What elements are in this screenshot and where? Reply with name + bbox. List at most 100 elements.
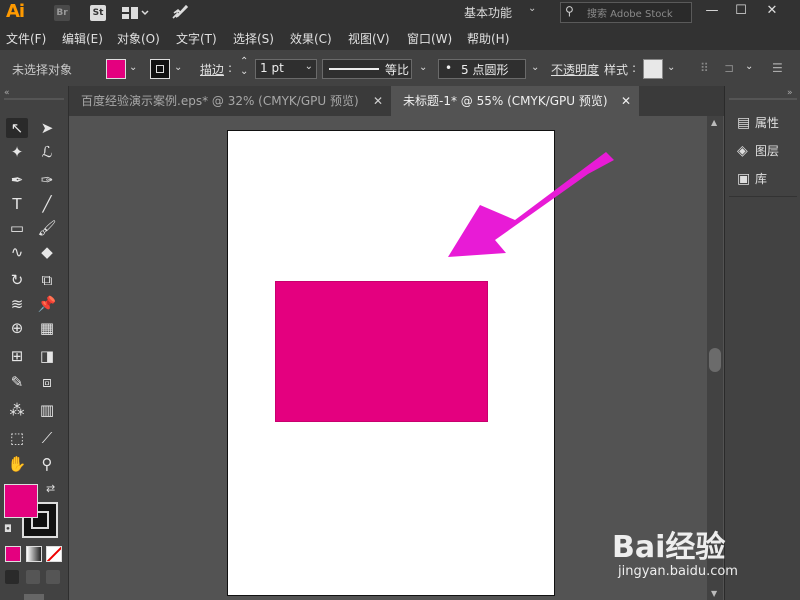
- rectangle-tool-icon[interactable]: ▭: [6, 218, 28, 238]
- opacity-label[interactable]: 不透明度: [551, 61, 599, 78]
- column-graph-tool-icon[interactable]: ▥: [36, 400, 58, 420]
- panel-grip[interactable]: [729, 98, 797, 100]
- brush-select[interactable]: • 5 点圆形: [438, 59, 526, 79]
- swap-colors-icon[interactable]: ⇄: [46, 482, 55, 495]
- maximize-icon[interactable]: ☐: [727, 1, 755, 21]
- scale-tool-icon[interactable]: ⧉: [36, 270, 58, 290]
- lasso-tool-icon[interactable]: ℒ: [36, 142, 58, 162]
- tab-document-2[interactable]: 未标题-1* @ 55% (CMYK/GPU 预览) ✕: [391, 86, 639, 116]
- blend-tool-icon[interactable]: ⧈: [36, 372, 58, 392]
- chevron-down-icon[interactable]: ⌄: [745, 61, 753, 72]
- layers-icon: ◈: [737, 143, 748, 159]
- panel-grip[interactable]: [4, 98, 64, 100]
- menu-view[interactable]: 视图(V): [348, 30, 390, 47]
- hand-tool-icon[interactable]: ✋: [6, 454, 28, 474]
- rocket-icon[interactable]: [170, 3, 190, 24]
- stroke-label[interactable]: 描边: [200, 61, 224, 78]
- tab-document-1[interactable]: 百度经验演示案例.eps* @ 32% (CMYK/GPU 预览) ✕: [69, 86, 391, 116]
- menu-file[interactable]: 文件(F): [6, 30, 46, 47]
- shape-builder-tool-icon[interactable]: ⊕: [6, 318, 28, 338]
- panel-properties[interactable]: ▤ 属性: [737, 114, 779, 131]
- menu-window[interactable]: 窗口(W): [407, 30, 452, 47]
- scroll-down-icon: ▼: [711, 589, 718, 598]
- stroke-profile-select[interactable]: 等比: [322, 59, 412, 79]
- menu-edit[interactable]: 编辑(E): [62, 30, 103, 47]
- gradient-tool-icon[interactable]: ◨: [36, 346, 58, 366]
- minimize-icon[interactable]: —: [698, 1, 726, 21]
- chevron-down-icon[interactable]: ⌄: [419, 62, 427, 73]
- libraries-icon: ▣: [737, 171, 751, 187]
- search-icon: ⚲: [565, 4, 574, 18]
- stroke-weight-input[interactable]: 1 pt ⌄: [255, 59, 317, 79]
- puppet-warp-tool-icon[interactable]: 📌: [36, 294, 58, 314]
- artboard-tool-icon[interactable]: ⬚: [6, 428, 28, 448]
- width-tool-icon[interactable]: ≋: [6, 294, 28, 314]
- fill-swatch[interactable]: [106, 59, 126, 79]
- direct-selection-tool-icon[interactable]: ➤: [36, 118, 58, 138]
- transform-icon[interactable]: ⊐: [724, 61, 734, 75]
- menu-help[interactable]: 帮助(H): [467, 30, 509, 47]
- scroll-up-icon: ▲: [711, 118, 718, 127]
- symbol-sprayer-tool-icon[interactable]: ⁂: [6, 400, 28, 420]
- close-icon[interactable]: ✕: [621, 86, 631, 116]
- none-mode-icon[interactable]: [46, 546, 62, 562]
- gradient-mode-icon[interactable]: [26, 546, 42, 562]
- slice-tool-icon[interactable]: ⟋: [36, 428, 58, 448]
- chevron-down-icon[interactable]: ⌄: [129, 62, 137, 73]
- color-mode-icon[interactable]: [5, 546, 21, 562]
- align-icon[interactable]: ⠿: [700, 61, 709, 75]
- menu-object[interactable]: 对象(O): [117, 30, 160, 47]
- panel-libraries[interactable]: ▣ 库: [737, 170, 767, 187]
- brush-dot-icon: •: [445, 61, 453, 75]
- menu-select[interactable]: 选择(S): [233, 30, 274, 47]
- chevron-down-icon[interactable]: ⌄: [174, 62, 182, 73]
- panel-menu-icon[interactable]: ☰: [772, 61, 783, 75]
- tab-label: 百度经验演示案例.eps* @ 32% (CMYK/GPU 预览): [81, 94, 359, 108]
- panel-layers[interactable]: ◈ 图层: [737, 142, 779, 159]
- mesh-tool-icon[interactable]: ⊞: [6, 346, 28, 366]
- draw-normal-icon[interactable]: [5, 570, 19, 584]
- eraser-tool-icon[interactable]: ◆: [36, 242, 58, 262]
- perspective-grid-tool-icon[interactable]: ▦: [36, 318, 58, 338]
- style-swatch[interactable]: [643, 59, 663, 79]
- magenta-rectangle[interactable]: [275, 281, 488, 422]
- stroke-stepper[interactable]: ⌃ ⌄: [240, 57, 248, 77]
- style-label: 样式: [604, 63, 629, 77]
- rotate-tool-icon[interactable]: ↻: [6, 270, 28, 290]
- collapse-icon[interactable]: «: [4, 88, 10, 98]
- watermark-url: jingyan.baidu.com: [618, 564, 738, 579]
- stock-search-input[interactable]: ⚲ 搜索 Adobe Stock: [560, 2, 692, 23]
- close-icon[interactable]: ✕: [373, 86, 383, 116]
- menu-effect[interactable]: 效果(C): [290, 30, 332, 47]
- shaper-tool-icon[interactable]: ∿: [6, 242, 28, 262]
- chevron-down-icon: ⌄: [304, 61, 313, 72]
- expand-icon[interactable]: »: [787, 88, 793, 98]
- chevron-down-icon[interactable]: ⌄: [531, 62, 539, 73]
- eyedropper-tool-icon[interactable]: ✎: [6, 372, 28, 392]
- close-icon[interactable]: ✕: [758, 1, 786, 21]
- zoom-tool-icon[interactable]: ⚲: [36, 454, 58, 474]
- bridge-button[interactable]: Br: [54, 5, 70, 21]
- type-tool-icon[interactable]: T: [6, 194, 28, 214]
- pen-tool-icon[interactable]: ✒: [6, 170, 28, 190]
- chevron-down-icon[interactable]: ⌄: [667, 62, 675, 73]
- magic-wand-tool-icon[interactable]: ✦: [6, 142, 28, 162]
- stock-button[interactable]: St: [90, 5, 106, 21]
- draw-behind-icon[interactable]: [26, 570, 40, 584]
- paintbrush-tool-icon[interactable]: 🖌: [36, 218, 58, 238]
- stroke-swatch[interactable]: [150, 59, 170, 79]
- draw-inside-icon[interactable]: [46, 570, 60, 584]
- fill-color-box[interactable]: [4, 484, 38, 518]
- workspace-switcher[interactable]: 基本功能: [464, 4, 512, 21]
- curvature-tool-icon[interactable]: ✑: [36, 170, 58, 190]
- layout-icon[interactable]: [122, 5, 150, 24]
- chevron-down-icon[interactable]: ⌄: [528, 3, 536, 14]
- scroll-thumb[interactable]: [709, 348, 721, 372]
- screen-mode-icon[interactable]: [24, 594, 44, 600]
- search-placeholder: 搜索 Adobe Stock: [587, 9, 673, 20]
- default-colors-icon[interactable]: ◘: [4, 524, 12, 535]
- selection-tool-icon[interactable]: ↖: [6, 118, 28, 138]
- menu-type[interactable]: 文字(T): [176, 30, 217, 47]
- document-tabs: 百度经验演示案例.eps* @ 32% (CMYK/GPU 预览) ✕ 未标题-…: [69, 86, 724, 116]
- line-tool-icon[interactable]: ╱: [36, 194, 58, 214]
